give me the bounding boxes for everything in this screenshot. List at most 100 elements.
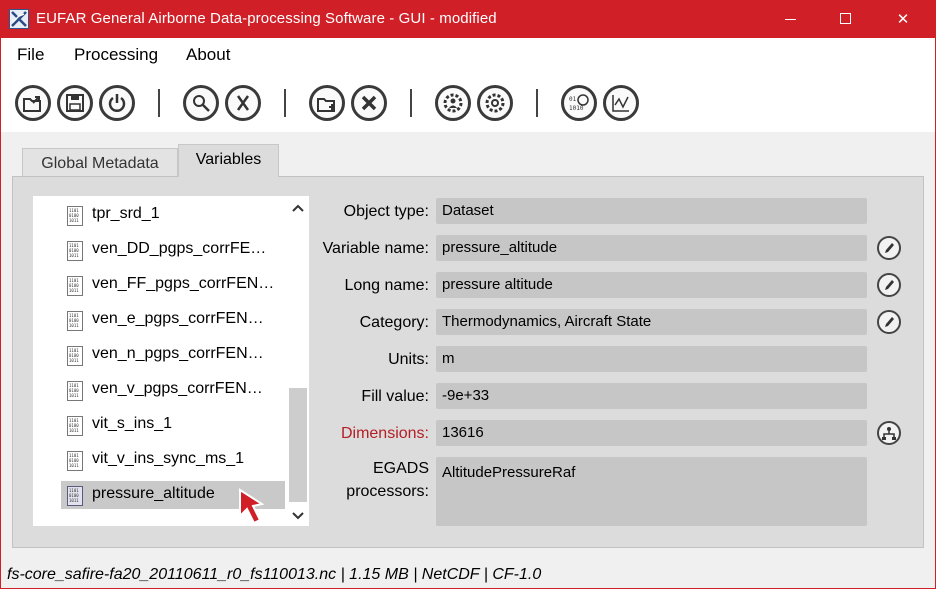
binary-file-icon: 1101 0100 1011 bbox=[67, 416, 83, 436]
binary-file-icon: 1101 0100 1011 bbox=[67, 486, 83, 506]
object-type-field: Dataset bbox=[436, 198, 867, 224]
search-algorithm-icon bbox=[193, 95, 210, 112]
chevron-up-icon bbox=[292, 204, 304, 212]
category-field[interactable]: Thermodynamics, Aircraft State bbox=[436, 309, 867, 335]
binary-file-icon: 1101 0100 1011 bbox=[67, 241, 83, 261]
svg-text:1010: 1010 bbox=[569, 105, 584, 112]
pencil-icon bbox=[885, 243, 894, 253]
user-settings-icon bbox=[443, 93, 463, 113]
toolbar-separator bbox=[536, 89, 538, 117]
list-item[interactable]: 1101 0100 1011 ven_DD_pgps_corrFE… bbox=[61, 236, 285, 264]
edit-category-button[interactable] bbox=[877, 310, 901, 334]
egads-processors-field: AltitudePressureRaf bbox=[436, 457, 867, 526]
list-item-label: ven_FF_pgps_corrFEN… bbox=[92, 275, 275, 292]
user-settings-button[interactable] bbox=[435, 85, 471, 121]
binary-search-button[interactable]: 01 1010 bbox=[561, 85, 597, 121]
hierarchy-icon bbox=[882, 427, 896, 440]
category-label: Category: bbox=[359, 314, 429, 331]
add-folder-button[interactable] bbox=[309, 85, 345, 121]
menu-file[interactable]: File bbox=[17, 45, 44, 65]
svg-text:01: 01 bbox=[569, 96, 577, 103]
window-title: EUFAR General Airborne Data-processing S… bbox=[36, 10, 497, 27]
fill-value-label: Fill value: bbox=[361, 388, 429, 405]
scroll-up-button[interactable] bbox=[290, 200, 306, 216]
list-item-label: tpr_srd_1 bbox=[92, 205, 160, 222]
list-item-label: ven_v_pgps_corrFEN… bbox=[92, 380, 263, 397]
minimize-icon bbox=[785, 19, 796, 20]
search-algorithm-button[interactable] bbox=[183, 85, 219, 121]
list-item[interactable]: 1101 0100 1011 tpr_srd_1 bbox=[61, 201, 285, 229]
toolbar-separator bbox=[284, 89, 286, 117]
edit-variable-name-button[interactable] bbox=[877, 236, 901, 260]
binary-file-icon: 1101 0100 1011 bbox=[67, 276, 83, 296]
list-item-label: vit_v_ins_sync_ms_1 bbox=[92, 450, 245, 467]
status-bar: fs-core_safire-fa20_20110611_r0_fs110013… bbox=[0, 560, 936, 589]
menu-about[interactable]: About bbox=[186, 45, 230, 65]
power-icon bbox=[108, 94, 126, 112]
scroll-down-button[interactable] bbox=[290, 508, 306, 524]
save-file-button[interactable] bbox=[57, 85, 93, 121]
units-field: m bbox=[436, 346, 867, 372]
open-file-icon bbox=[23, 96, 41, 112]
list-item[interactable]: 1101 0100 1011 ven_v_pgps_corrFEN… bbox=[61, 376, 285, 404]
list-item[interactable]: 1101 0100 1011 vit_s_ins_1 bbox=[61, 411, 285, 439]
app-logo-icon bbox=[9, 9, 29, 29]
egads-processors-label-line1: EGADS bbox=[372, 460, 429, 477]
list-item-label: pressure_altitude bbox=[92, 485, 215, 502]
chevron-down-icon bbox=[292, 512, 304, 520]
variable-list[interactable]: 1101 0100 1011 tpr_srd_1 1101 0100 1011 ven_… bbox=[33, 196, 309, 526]
tab-variables[interactable]: Variables bbox=[178, 144, 279, 177]
edit-long-name-button[interactable] bbox=[877, 273, 901, 297]
title-bar: EUFAR General Airborne Data-processing S… bbox=[0, 0, 936, 38]
list-item[interactable]: 1101 0100 1011 ven_FF_pgps_corrFEN… bbox=[61, 271, 285, 299]
units-label: Units: bbox=[388, 351, 429, 368]
remove-icon bbox=[361, 95, 377, 111]
minimize-button[interactable] bbox=[767, 0, 813, 38]
pencil-icon bbox=[885, 317, 894, 327]
mouse-cursor-icon bbox=[239, 488, 265, 525]
list-scrollbar[interactable] bbox=[287, 196, 309, 526]
remove-button[interactable] bbox=[351, 85, 387, 121]
long-name-field[interactable]: pressure altitude bbox=[436, 272, 867, 298]
toolbar-separator bbox=[158, 89, 160, 117]
dimensions-info-button[interactable] bbox=[877, 421, 901, 445]
list-item-label: vit_s_ins_1 bbox=[92, 415, 173, 432]
dimensions-label: Dimensions: bbox=[340, 425, 429, 442]
menu-processing[interactable]: Processing bbox=[74, 45, 158, 65]
close-icon: ✕ bbox=[896, 10, 910, 28]
scroll-thumb[interactable] bbox=[289, 388, 307, 502]
save-file-icon bbox=[66, 94, 84, 112]
maximize-button[interactable] bbox=[822, 0, 868, 38]
binary-file-icon: 1101 0100 1011 bbox=[67, 311, 83, 331]
list-item-label: ven_e_pgps_corrFEN… bbox=[92, 310, 264, 327]
list-item-label: ven_DD_pgps_corrFE… bbox=[92, 240, 267, 257]
pencil-icon bbox=[885, 280, 894, 290]
delete-algorithm-button[interactable] bbox=[225, 85, 261, 121]
close-button[interactable]: ✕ bbox=[880, 0, 926, 38]
add-folder-icon bbox=[317, 98, 335, 112]
dimensions-field: 13616 bbox=[436, 420, 867, 446]
exit-button[interactable] bbox=[99, 85, 135, 121]
list-item[interactable]: 1101 0100 1011 ven_n_pgps_corrFEN… bbox=[61, 341, 285, 369]
object-type-label: Object type: bbox=[343, 203, 429, 220]
maximize-icon bbox=[840, 13, 851, 24]
settings-button[interactable] bbox=[477, 85, 513, 121]
list-item[interactable]: 1101 0100 1011 vit_v_ins_sync_ms_1 bbox=[61, 446, 285, 474]
variable-name-field[interactable]: pressure_altitude bbox=[436, 235, 867, 261]
binary-file-icon: 1101 0100 1011 bbox=[67, 346, 83, 366]
settings-icon bbox=[485, 93, 505, 113]
egads-processors-label-line2: processors: bbox=[346, 483, 429, 500]
plot-button[interactable] bbox=[603, 85, 639, 121]
list-item-label: ven_n_pgps_corrFEN… bbox=[92, 345, 264, 362]
variable-name-label: Variable name: bbox=[322, 240, 429, 257]
binary-file-icon: 1101 0100 1011 bbox=[67, 381, 83, 401]
plot-icon bbox=[612, 95, 629, 112]
toolbar-separator bbox=[410, 89, 412, 117]
toolbar: 01 1010 bbox=[0, 72, 936, 132]
menu-bar: File Processing About bbox=[0, 38, 936, 72]
list-item[interactable]: 1101 0100 1011 ven_e_pgps_corrFEN… bbox=[61, 306, 285, 334]
open-file-button[interactable] bbox=[15, 85, 51, 121]
binary-file-icon: 1101 0100 1011 bbox=[67, 206, 83, 226]
binary-file-icon: 1101 0100 1011 bbox=[67, 451, 83, 471]
fill-value-field: -9e+33 bbox=[436, 383, 867, 409]
